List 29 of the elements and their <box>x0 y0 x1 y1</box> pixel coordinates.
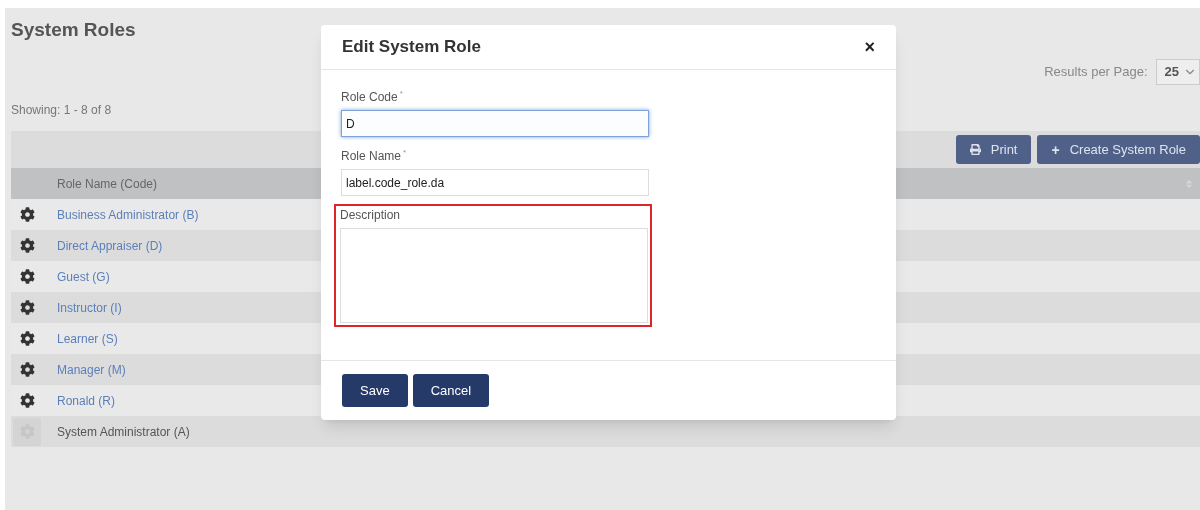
create-button[interactable]: + Create System Role <box>1037 135 1200 164</box>
description-field[interactable] <box>340 228 648 323</box>
showing-count: Showing: 1 - 8 of 8 <box>11 102 113 119</box>
print-icon <box>969 144 981 155</box>
role-name: System Administrator (A) <box>57 423 190 441</box>
column-header[interactable]: Role Name (Code) <box>57 174 158 193</box>
field-label: Role Code * <box>341 88 404 106</box>
text-field[interactable]: label.code_role.da <box>341 169 649 196</box>
role-link[interactable]: Business Administrator (B) <box>57 205 199 224</box>
results-per-page-label: Results per Page: <box>1044 63 1148 82</box>
role-link[interactable]: Direct Appraiser (D) <box>57 236 163 255</box>
close-button[interactable]: × <box>864 38 875 56</box>
results-per-page-select[interactable]: 25 <box>1155 59 1200 85</box>
page-title: System Roles <box>11 18 136 42</box>
save-button[interactable]: Save <box>342 374 408 407</box>
text-field[interactable]: D <box>341 110 649 137</box>
role-link[interactable]: Manager (M) <box>57 360 126 379</box>
field-label: Role Name * <box>341 147 408 165</box>
dialog-title: Edit System Role <box>342 36 481 59</box>
role-link[interactable]: Guest (G) <box>57 267 110 286</box>
print-button[interactable]: Print <box>955 135 1032 164</box>
role-link[interactable]: Learner (S) <box>57 329 118 348</box>
field-label: Description <box>340 207 402 224</box>
role-link[interactable]: Ronald (R) <box>57 391 116 410</box>
required-mark: * <box>399 88 403 100</box>
plus-icon: + <box>1051 142 1060 157</box>
required-mark: * <box>403 147 407 159</box>
role-link[interactable]: Instructor (I) <box>57 298 122 317</box>
cancel-button[interactable]: Cancel <box>412 374 490 407</box>
